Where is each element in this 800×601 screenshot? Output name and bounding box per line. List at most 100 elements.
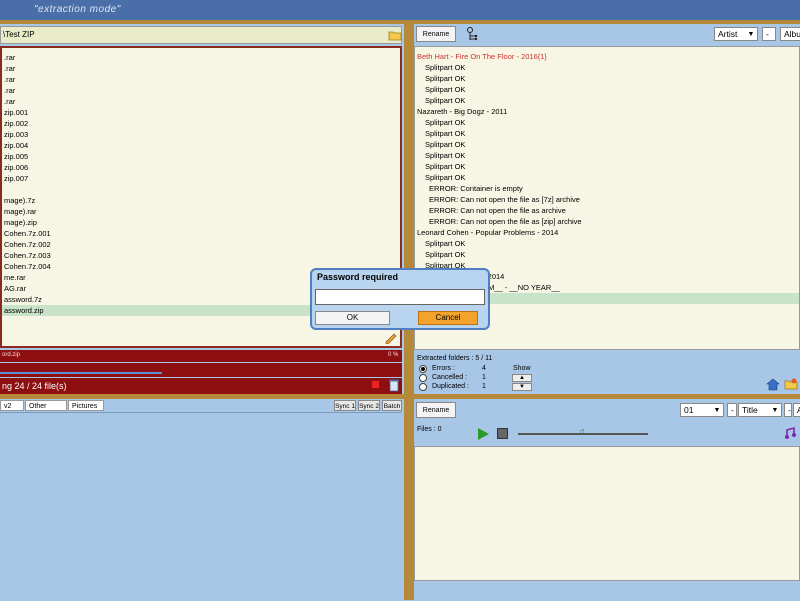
home-icon[interactable]: [766, 377, 780, 391]
separator-value: -: [766, 29, 769, 39]
rename-button[interactable]: Rename: [416, 26, 456, 42]
path-field[interactable]: \Test ZIP: [0, 26, 402, 44]
cancel-button[interactable]: Cancel: [418, 311, 478, 325]
spin-up-button[interactable]: ▲: [512, 374, 532, 382]
errors-label: Errors :: [432, 365, 455, 372]
log-row[interactable]: ERROR: Can not open the file as [7z] arc…: [429, 194, 580, 205]
a-select[interactable]: A: [793, 403, 800, 417]
bottom-strip: [414, 582, 800, 600]
log-row[interactable]: Splitpart OK: [425, 139, 465, 150]
file-list-item[interactable]: zip.007: [2, 173, 400, 184]
title-separator-select[interactable]: -: [784, 403, 792, 417]
file-list-item[interactable]: Cohen.7z.003: [2, 250, 400, 261]
file-list-item[interactable]: zip.005: [2, 151, 400, 162]
title-select[interactable]: Title ▼: [738, 403, 782, 417]
file-list-item[interactable]: mage).rar: [2, 206, 400, 217]
music-note-icon[interactable]: ♫: [578, 427, 590, 439]
log-row[interactable]: ERROR: Container is empty: [429, 183, 523, 194]
log-row[interactable]: Splitpart OK: [425, 172, 465, 183]
title-separator-value: -: [788, 405, 791, 415]
title-select-value: Title: [742, 405, 758, 415]
separator-select[interactable]: -: [762, 27, 776, 41]
file-list-item[interactable]: .rar: [2, 74, 400, 85]
log-row[interactable]: Splitpart OK: [425, 249, 465, 260]
batch-button[interactable]: Batch: [382, 400, 402, 411]
file-list-item[interactable]: mage).7z: [2, 195, 400, 206]
current-file-name: ord.zip: [2, 352, 21, 358]
folder-refresh-icon[interactable]: [784, 377, 798, 391]
log-row[interactable]: Splitpart OK: [425, 161, 465, 172]
file-list-item[interactable]: Cohen.7z.002: [2, 239, 400, 250]
sync1-button[interactable]: Sync 1: [334, 400, 356, 411]
tab-pictures[interactable]: Pictures: [68, 400, 104, 411]
track-separator-select[interactable]: -: [727, 403, 737, 417]
track-select[interactable]: 01 ▼: [680, 403, 724, 417]
log-row[interactable]: Splitpart OK: [425, 84, 465, 95]
top-divider: [0, 20, 800, 24]
log-row[interactable]: Splitpart OK: [425, 238, 465, 249]
tab-other-tags[interactable]: Other TAGs: [25, 400, 67, 421]
trash-icon[interactable]: [388, 378, 400, 392]
errors-value: 4: [482, 365, 486, 372]
duplicated-radio[interactable]: [419, 383, 427, 391]
music-tools-icon[interactable]: [784, 426, 798, 440]
chevron-down-icon: ▼: [747, 31, 755, 38]
file-list-item[interactable]: zip.003: [2, 129, 400, 140]
extracted-folders-text: Extracted folders : 5 / 11: [417, 355, 493, 362]
file-list-item[interactable]: zip.004: [2, 140, 400, 151]
tag-icon[interactable]: [466, 26, 480, 42]
cancelled-value: 1: [482, 374, 486, 381]
log-row[interactable]: ERROR: Can not open the file as [zip] ar…: [429, 216, 582, 227]
sync2-button[interactable]: Sync 2: [358, 400, 380, 411]
bottom-rename-button[interactable]: Rename: [416, 402, 456, 418]
files-panel[interactable]: [414, 446, 800, 581]
duplicated-label: Duplicated :: [432, 383, 469, 390]
log-row[interactable]: Nazareth - Big Dogz - 2011: [417, 106, 507, 117]
log-row[interactable]: Leonard Cohen - Popular Problems - 2014: [417, 227, 558, 238]
log-row[interactable]: Splitpart OK: [425, 150, 465, 161]
log-row[interactable]: Splitpart OK: [425, 62, 465, 73]
folder-browse-icon[interactable]: [388, 28, 402, 42]
current-file-bar: [0, 350, 402, 362]
play-icon[interactable]: [478, 428, 489, 440]
log-row[interactable]: Splitpart OK: [425, 73, 465, 84]
log-row[interactable]: ERROR: Can not open the file as archive: [429, 205, 566, 216]
stop-playback-icon[interactable]: [497, 428, 508, 439]
artist-select[interactable]: Artist ▼: [714, 27, 758, 41]
stop-icon[interactable]: [372, 381, 379, 388]
file-list-item[interactable]: mage).zip: [2, 217, 400, 228]
tab-v2-tag[interactable]: v2 TAG: [0, 400, 24, 421]
log-row[interactable]: Beth Hart - Fire On The Floor - 2016{1}: [417, 51, 547, 62]
file-list-item[interactable]: .rar: [2, 96, 400, 107]
errors-radio[interactable]: [419, 365, 427, 373]
window-title: "extraction mode": [34, 4, 121, 15]
file-list-item[interactable]: zip.001: [2, 107, 400, 118]
file-list-item[interactable]: Cohen.7z.001: [2, 228, 400, 239]
file-list-item[interactable]: zip.006: [2, 162, 400, 173]
log-row[interactable]: Splitpart OK: [425, 128, 465, 139]
current-file-percent: 0 %: [388, 352, 399, 358]
spin-down-button[interactable]: ▼: [512, 383, 532, 391]
path-text: \Test ZIP: [3, 30, 35, 39]
chevron-down-icon: ▼: [713, 407, 721, 414]
duplicated-value: 1: [482, 383, 486, 390]
file-list-item[interactable]: .rar: [2, 52, 400, 63]
log-row[interactable]: Splitpart OK: [425, 95, 465, 106]
cancelled-radio[interactable]: [419, 374, 427, 382]
track-separator-value: -: [731, 405, 734, 415]
files-count: Files : 0: [417, 426, 442, 433]
ok-button[interactable]: OK: [315, 311, 390, 325]
show-label: Show: [513, 365, 531, 372]
file-list-item[interactable]: .rar: [2, 63, 400, 74]
tag-panel: [0, 412, 402, 601]
horizontal-divider[interactable]: [0, 394, 800, 399]
log-row[interactable]: Splitpart OK: [425, 117, 465, 128]
pencil-icon[interactable]: [384, 332, 398, 346]
progress-bar: [0, 372, 162, 374]
file-list-item[interactable]: [2, 184, 400, 195]
album-select[interactable]: Albu: [780, 27, 800, 41]
chevron-down-icon: ▼: [771, 407, 779, 414]
password-input[interactable]: [315, 289, 485, 305]
file-list-item[interactable]: zip.002: [2, 118, 400, 129]
file-list-item[interactable]: .rar: [2, 85, 400, 96]
